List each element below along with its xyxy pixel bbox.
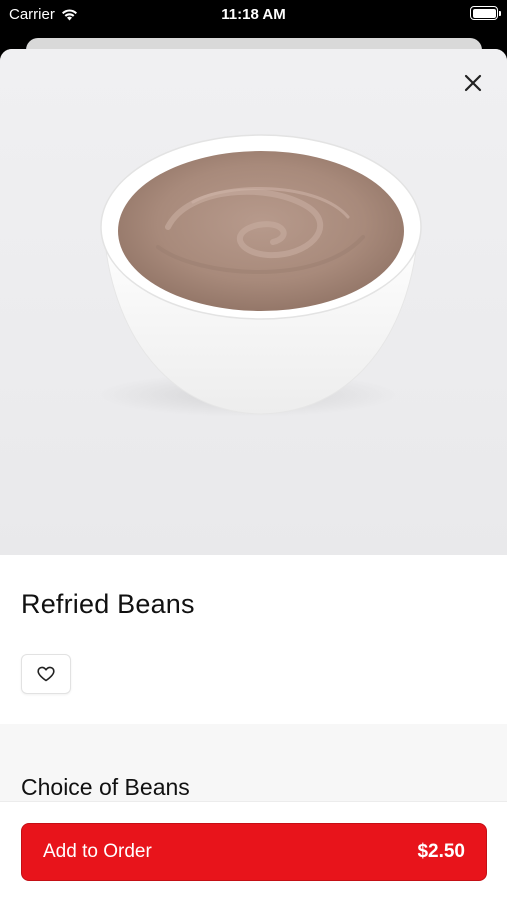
favorite-button[interactable] xyxy=(21,654,71,694)
item-detail-sheet: Refried Beans Choice of Beans Add to Ord… xyxy=(0,49,507,900)
add-to-order-button[interactable]: Add to Order $2.50 xyxy=(21,823,487,881)
bowl-of-beans-image xyxy=(98,134,422,417)
status-time: 11:18 AM xyxy=(221,6,286,23)
item-title: Refried Beans xyxy=(21,589,195,619)
close-icon xyxy=(464,74,482,92)
status-bar: Carrier 11:18 AM xyxy=(0,0,507,30)
close-button[interactable] xyxy=(461,71,485,95)
section-title: Choice of Beans xyxy=(21,774,190,800)
order-footer: Add to Order $2.50 xyxy=(0,801,507,900)
battery-icon xyxy=(470,6,501,20)
item-image xyxy=(0,49,507,555)
add-to-order-label: Add to Order xyxy=(43,841,152,862)
order-price: $2.50 xyxy=(417,841,465,862)
heart-icon xyxy=(37,666,55,682)
